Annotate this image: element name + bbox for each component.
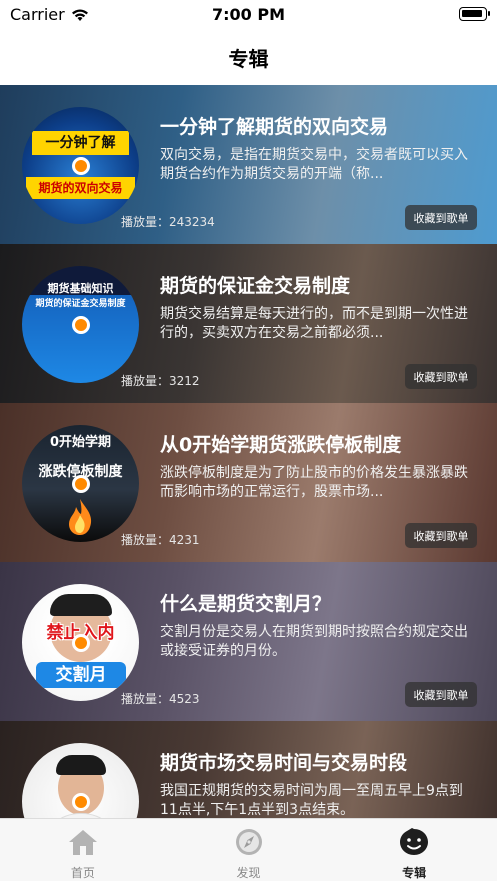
album-card[interactable]: 期货基础知识 期货的保证金交易制度 期货的保证金交易制度 期货交易结算是每天进行…: [0, 244, 497, 403]
portrait-hair: [50, 594, 112, 616]
status-time: 7:00 PM: [211, 5, 285, 24]
add-to-playlist-button[interactable]: 收藏到歌单: [405, 523, 477, 548]
album-icon: [400, 828, 429, 855]
tab-home-label: 首页: [70, 866, 95, 880]
card-description: 双向交易，是指在期货交易中，交易者既可以买入期货合约作为期货交易的开端（称...: [160, 147, 468, 182]
cover-top-text: 一分钟了解: [32, 131, 129, 155]
tab-home[interactable]: 首页: [0, 819, 166, 881]
play-count: 播放量：4231: [121, 533, 200, 547]
album-cover[interactable]: 0开始学期 涨跌停板制度: [22, 425, 139, 542]
play-dot-icon: [71, 315, 90, 334]
play-dot-icon: [71, 633, 90, 652]
navigation-bar: 专辑: [0, 30, 497, 85]
card-title: 期货市场交易时间与交易时段: [160, 752, 408, 774]
album-card[interactable]: 禁止入内 交割月 什么是期货交割月？ 交割月份是交易人在期货到期时按照合约规定交…: [0, 562, 497, 721]
album-cover[interactable]: 一分钟了解 期货的双向交易: [22, 107, 139, 224]
cover-bottom-text: 期货的双向交易: [26, 177, 135, 199]
cover-top-text: 0开始学期: [49, 435, 112, 450]
tab-album-label: 专辑: [402, 866, 427, 880]
flame-icon: [69, 499, 92, 535]
album-card[interactable]: 期货市场交易时间与交易时段 我国正规期货的交易时间为周一至周五早上9点到11点半…: [0, 721, 497, 818]
play-dot-icon: [71, 156, 90, 175]
play-count: 播放量：243234: [121, 215, 215, 229]
portrait-hair: [56, 755, 106, 775]
compass-icon: [235, 829, 262, 855]
card-description: 交割月份是交易人在期货到期时按照合约规定交出或接受证券的月份。: [160, 624, 468, 659]
album-cover[interactable]: 期货基础知识 期货的保证金交易制度: [22, 266, 139, 383]
card-title: 一分钟了解期货的双向交易: [160, 116, 389, 138]
card-description: 涨跌停板制度是为了防止股市的价格发生暴涨暴跌而影响市场的正常运行，股票市场...: [160, 465, 468, 500]
add-to-playlist-button[interactable]: 收藏到歌单: [405, 682, 477, 707]
play-count: 播放量：4523: [121, 692, 200, 706]
cover-top-text: 期货基础知识: [47, 282, 114, 295]
card-title: 从0开始学期货涨跌停板制度: [160, 434, 402, 456]
tab-discover-label: 发现: [236, 866, 261, 880]
tab-discover[interactable]: 发现: [166, 819, 332, 881]
tab-bar: 首页 发现 专辑: [0, 818, 497, 881]
cover-bottom-text: 期货的保证金交易制度: [35, 299, 126, 309]
page-title: 专辑: [228, 47, 269, 71]
album-card[interactable]: 一分钟了解 期货的双向交易 一分钟了解期货的双向交易 双向交易，是指在期货交易中…: [0, 85, 497, 244]
album-list[interactable]: 一分钟了解 期货的双向交易 一分钟了解期货的双向交易 双向交易，是指在期货交易中…: [0, 85, 497, 818]
card-title: 期货的保证金交易制度: [160, 275, 351, 297]
play-dot-icon: [71, 474, 90, 493]
add-to-playlist-button[interactable]: 收藏到歌单: [405, 364, 477, 389]
play-count: 播放量：3212: [121, 374, 200, 388]
tab-album[interactable]: 专辑: [331, 819, 497, 881]
add-to-playlist-button[interactable]: 收藏到歌单: [405, 205, 477, 230]
play-dot-icon: [71, 792, 90, 811]
album-cover[interactable]: 禁止入内 交割月: [22, 584, 139, 701]
card-title: 什么是期货交割月？: [160, 593, 332, 615]
status-bar: Carrier 7:00 PM: [0, 0, 497, 30]
battery-icon: [459, 7, 490, 21]
cover-bottom-text: 交割月: [36, 662, 126, 688]
home-icon: [68, 830, 97, 855]
card-description: 我国正规期货的交易时间为周一至周五早上9点到11点半,下午1点半到3点结束。: [160, 783, 463, 818]
album-card[interactable]: 0开始学期 涨跌停板制度 从0开始学期货涨跌停板制度 涨跌停板制度是为了防止股市…: [0, 403, 497, 562]
card-description: 期货交易结算是每天进行的，而不是到期一次性进行的，买卖双方在交易之前都必须...: [160, 306, 468, 341]
